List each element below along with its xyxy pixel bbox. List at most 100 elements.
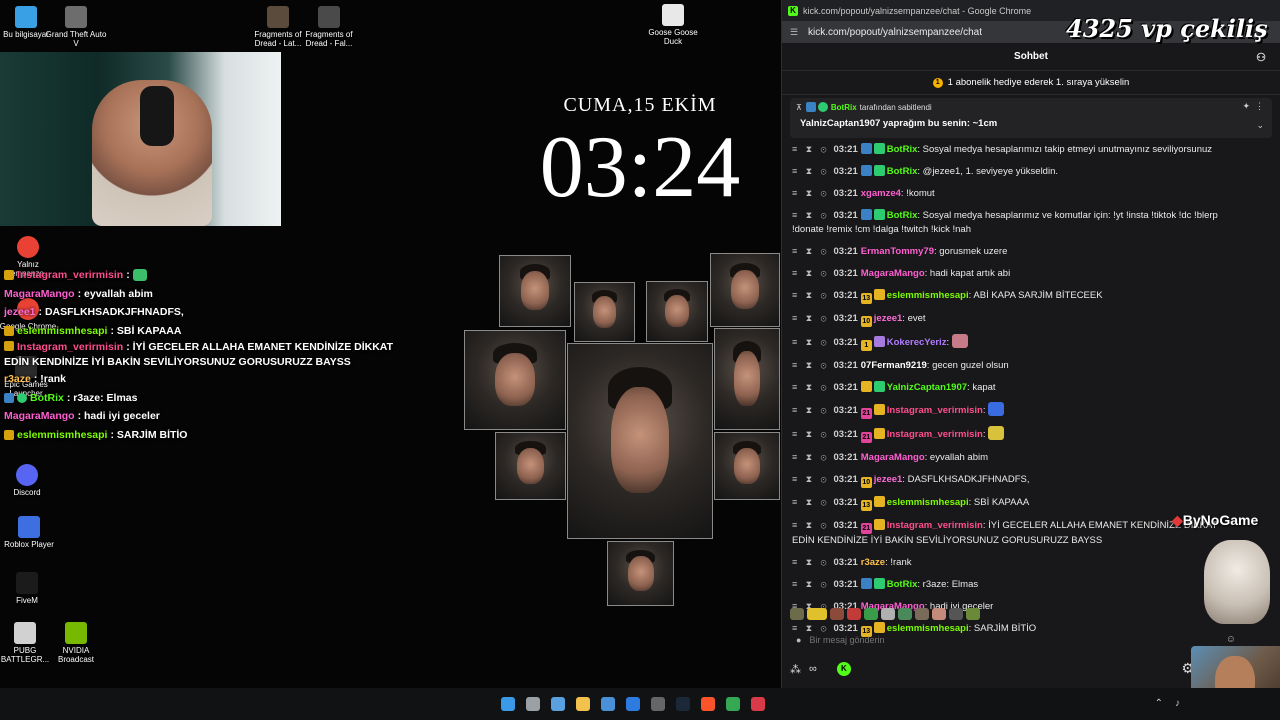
mod-actions-icon[interactable]: ≡ ⧗ ⊙ (792, 429, 829, 439)
user-list-icon[interactable]: ⚇ (1256, 51, 1266, 64)
chat-message[interactable]: ≡ ⧗ ⊙ 03:21 21 Instagram_verirmisin: (782, 423, 1252, 447)
chat-message[interactable]: ≡ ⧗ ⊙ 03:21 10 jezee1: evet (782, 308, 1252, 331)
windows-start-icon[interactable] (501, 697, 515, 711)
chat-message[interactable]: ≡ ⧗ ⊙ 03:21 MagaraMango: hadi kapat artık … (782, 263, 1252, 285)
mod-actions-icon[interactable]: ≡ ⧗ ⊙ (792, 144, 829, 154)
emote-icon[interactable] (915, 608, 929, 620)
desktop-icon-fivem[interactable]: FiveM (0, 572, 59, 605)
mod-actions-icon[interactable]: ≡ ⧗ ⊙ (792, 290, 829, 300)
emote-icon[interactable] (898, 608, 912, 620)
chat-username[interactable]: 07Ferman9219 (861, 360, 927, 371)
mod-actions-icon[interactable]: ≡ ⧗ ⊙ (792, 268, 829, 278)
mod-actions-icon[interactable]: ≡ ⧗ ⊙ (792, 520, 829, 530)
photos-icon[interactable] (601, 697, 615, 711)
unpin-icon[interactable]: ✦ ⋮ (1242, 101, 1264, 112)
mail-icon[interactable] (626, 697, 640, 711)
chat-username[interactable]: ErmanTommy79 (861, 246, 934, 257)
chat-username[interactable]: YalnizCaptan1907 (887, 382, 967, 393)
desktop-icon-nvidia[interactable]: NVIDIA Broadcast (44, 622, 108, 664)
emote-icon[interactable] (881, 608, 895, 620)
desktop-icon-discord[interactable]: Discord (0, 464, 59, 497)
message-input[interactable] (809, 635, 1242, 645)
mod-actions-icon[interactable]: ≡ ⧗ ⊙ (792, 452, 829, 462)
emoji-picker-icon[interactable]: ☺ (1226, 634, 1236, 645)
chat-username[interactable]: BotRix (887, 166, 918, 177)
tray-chevron-icon[interactable]: ⌃ (1155, 698, 1163, 709)
chat-message[interactable]: ≡ ⧗ ⊙ 03:21 07Ferman9219: gecen guzel olsu… (782, 355, 1252, 377)
chat-message[interactable]: ≡ ⧗ ⊙ 03:21 13 eslemmismhesapi: ABİ KAPA SA… (782, 285, 1252, 308)
emote-icon[interactable] (790, 608, 804, 620)
chat-message[interactable]: ≡ ⧗ ⊙ 03:21 21 Instagram_verirmisin: (782, 399, 1252, 423)
mod-actions-icon[interactable]: ≡ ⧗ ⊙ (792, 497, 829, 507)
chat-username[interactable]: BotRix (887, 144, 918, 155)
chat-message[interactable]: ≡ ⧗ ⊙ 03:21 ErmanTommy79: gorusmek uzere (782, 241, 1252, 263)
emote-icon[interactable] (847, 608, 861, 620)
mod-actions-icon[interactable]: ≡ ⧗ ⊙ (792, 210, 829, 220)
activity-icon[interactable]: ⁂ (790, 663, 801, 676)
chat-message[interactable]: ≡ ⧗ ⊙ 03:21 1 KokerecYeriz: (782, 331, 1252, 355)
chat-message[interactable]: ≡ ⧗ ⊙ 03:21 10 jezee1: DASFLKHSADKJFHNADFS, (782, 469, 1252, 492)
mod-actions-icon[interactable]: ≡ ⧗ ⊙ (792, 166, 829, 176)
emote-icon[interactable] (932, 608, 946, 620)
file-explorer-icon[interactable] (576, 697, 590, 711)
mod-actions-icon[interactable]: ≡ ⧗ ⊙ (792, 313, 829, 323)
snipping-tool-icon[interactable] (551, 697, 565, 711)
chrome-icon[interactable] (726, 697, 740, 711)
kick-points-icon[interactable]: K (836, 662, 851, 676)
site-settings-icon[interactable]: ☰ (790, 27, 802, 37)
chat-username[interactable]: jezee1 (874, 313, 903, 324)
chat-username[interactable]: Instagram_verirmisin (887, 405, 983, 416)
desktop-icon-goose-goose-duck[interactable]: Goose Goose Duck (641, 4, 705, 46)
chat-username[interactable]: BotRix (887, 579, 918, 590)
chat-message[interactable]: ≡ ⧗ ⊙ 03:21 BotRix: @jezee1, 1. seviyeye y… (782, 161, 1252, 183)
emote-icon[interactable] (949, 608, 963, 620)
chat-username[interactable]: Instagram_verirmisin (887, 429, 983, 440)
chat-message[interactable]: ≡ ⧗ ⊙ 03:21 MagaraMango: eyvallah abim (782, 447, 1252, 469)
chat-message[interactable]: ≡ ⧗ ⊙ 03:21 BotRix: Sosyal medya hesapları… (782, 205, 1252, 241)
mod-actions-icon[interactable]: ≡ ⧗ ⊙ (792, 337, 829, 347)
microphone-icon[interactable]: ♪ (1175, 698, 1180, 709)
chat-username[interactable]: eslemmismhesapi (887, 290, 969, 301)
chat-username[interactable]: jezee1 (874, 474, 903, 485)
infinity-icon[interactable]: ∞ (809, 663, 817, 675)
chat-message[interactable]: ≡ ⧗ ⊙ 03:21 r3aze: !rank (782, 552, 1252, 574)
mod-actions-icon[interactable]: ≡ ⧗ ⊙ (792, 474, 829, 484)
obs-icon[interactable] (651, 697, 665, 711)
user-badge-icon (873, 289, 885, 300)
mod-actions-icon[interactable]: ≡ ⧗ ⊙ (792, 405, 829, 415)
chevron-down-icon[interactable]: ⌄ (1256, 120, 1264, 131)
sub-badge-icon (4, 325, 14, 336)
chat-rules-icon[interactable]: ● (796, 635, 801, 645)
emote-icon[interactable] (807, 608, 827, 620)
chat-username[interactable]: eslemmismhesapi (887, 497, 969, 508)
app-red-icon[interactable] (751, 697, 765, 711)
brave-icon[interactable] (701, 697, 715, 711)
chat-message[interactable]: ≡ ⧗ ⊙ 03:21 xgamze4: !komut (782, 183, 1252, 205)
mod-actions-icon[interactable]: ≡ ⧗ ⊙ (792, 557, 829, 567)
mod-actions-icon[interactable]: ≡ ⧗ ⊙ (792, 360, 829, 370)
chat-message[interactable]: ≡ ⧗ ⊙ 03:21 BotRix: r3aze: Elmas (782, 574, 1252, 596)
chat-username[interactable]: xgamze4 (861, 188, 901, 199)
chat-username[interactable]: MagaraMango (861, 452, 925, 463)
chat-message[interactable]: ≡ ⧗ ⊙ 03:21 BotRix: Sosyal medya hesapları… (782, 139, 1252, 161)
chat-username[interactable]: MagaraMango (861, 268, 925, 279)
task-view-icon[interactable] (526, 697, 540, 711)
gift-sub-banner[interactable]: 1 1 abonelik hediye ederek 1. sıraya yüks… (782, 71, 1280, 95)
mod-actions-icon[interactable]: ≡ ⧗ ⊙ (792, 246, 829, 256)
emote-icon[interactable] (830, 608, 844, 620)
pinned-message[interactable]: ⊼ BotRix tarafından sabitlendi YalnizCapta… (790, 98, 1272, 138)
emote-icon[interactable] (966, 608, 980, 620)
chat-username[interactable]: r3aze (861, 557, 885, 568)
emote-icon[interactable] (864, 608, 878, 620)
desktop-icon-fragments-fal[interactable]: Fragments of Dread - Fal... (297, 6, 361, 48)
chat-message[interactable]: ≡ ⧗ ⊙ 03:21 YalnizCaptan1907: kapat (782, 377, 1252, 399)
mod-actions-icon[interactable]: ≡ ⧗ ⊙ (792, 382, 829, 392)
steam-icon[interactable] (676, 697, 690, 711)
mod-actions-icon[interactable]: ≡ ⧗ ⊙ (792, 188, 829, 198)
desktop-icon-gta[interactable]: Grand Theft Auto V (44, 6, 108, 48)
chat-username[interactable]: BotRix (887, 210, 918, 221)
chat-username[interactable]: KokerecYeriz (887, 337, 947, 348)
chat-username[interactable]: Instagram_verirmisin (887, 520, 983, 531)
mod-actions-icon[interactable]: ≡ ⧗ ⊙ (792, 579, 829, 589)
desktop-icon-roblox[interactable]: Roblox Player (0, 516, 61, 549)
